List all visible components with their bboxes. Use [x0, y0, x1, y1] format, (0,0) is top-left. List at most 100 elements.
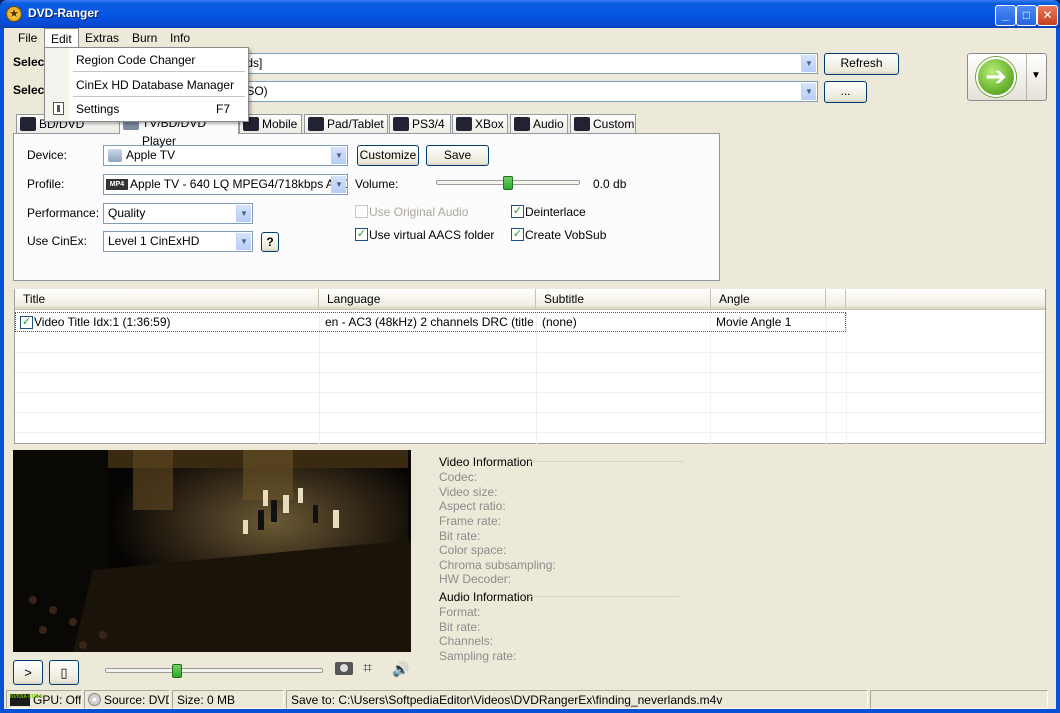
seek-slider-thumb[interactable] — [171, 664, 182, 678]
cinex-value: Level 1 CinExHD — [108, 234, 200, 248]
video-info-header: Video Information — [439, 455, 533, 469]
volume-icon[interactable]: 🔊 — [392, 660, 410, 678]
create-vobsub-checkbox[interactable]: ✓ — [511, 228, 524, 241]
player-icon — [20, 117, 36, 131]
browse-button[interactable]: ... — [824, 81, 867, 103]
save-button[interactable]: Save — [426, 145, 489, 166]
seek-track[interactable] — [105, 668, 323, 673]
target-combo[interactable]: p/ISO) ▼ — [228, 81, 818, 102]
grid-row-line — [15, 412, 1045, 413]
chevron-down-icon[interactable]: ▼ — [801, 55, 816, 72]
cinex-combo[interactable]: Level 1 CinExHD ▼ — [103, 231, 253, 252]
target-label: Selec — [13, 83, 45, 97]
camera-icon[interactable] — [335, 662, 353, 675]
audio-info-header: Audio Information — [439, 590, 534, 604]
grid-row-line — [15, 392, 1045, 393]
window-title: DVD-Ranger — [28, 6, 99, 20]
title-bar[interactable] — [0, 0, 1060, 28]
arrow-right-icon: ➔ — [976, 57, 1016, 97]
source-combo[interactable]: ands] ▼ — [228, 53, 818, 74]
settings-icon — [53, 102, 64, 115]
status-source: Source: DVD — [84, 690, 170, 709]
customize-button[interactable]: Customize — [357, 145, 419, 166]
performance-combo[interactable]: Quality ▼ — [103, 203, 253, 224]
menu-item-region-code-changer[interactable]: Region Code Changer — [76, 53, 195, 67]
tab-xbox[interactable]: XBox — [452, 114, 508, 133]
row-title: Video Title Idx:1 (1:36:59) — [34, 315, 171, 329]
video-info-chroma: Chroma subsampling: — [439, 558, 556, 572]
chevron-down-icon[interactable]: ▼ — [331, 176, 346, 193]
menu-shortcut-f7: F7 — [216, 102, 231, 116]
tab-label: Mobile — [262, 117, 298, 131]
chevron-down-icon[interactable]: ▼ — [236, 233, 251, 250]
video-info-codec: Codec: — [439, 470, 478, 484]
custom-icon — [574, 117, 590, 131]
status-save-to: Save to: C:\Users\SoftpediaEditor\Videos… — [286, 690, 868, 709]
maximize-button[interactable]: □ — [1016, 5, 1037, 26]
profile-combo[interactable]: MP4 Apple TV - 640 LQ MPEG4/718kbps AAC/… — [103, 174, 348, 195]
device-combo[interactable]: Apple TV ▼ — [103, 145, 348, 166]
menu-burn[interactable]: Burn — [126, 28, 163, 48]
audio-info-bitrate: Bit rate: — [439, 620, 481, 634]
tab-custom[interactable]: Custom — [570, 114, 636, 133]
cinex-help-button[interactable]: ? — [261, 232, 279, 252]
use-original-audio-checkbox[interactable] — [355, 205, 368, 218]
video-preview — [13, 450, 411, 652]
audio-info-channels: Channels: — [439, 634, 494, 648]
audio-icon — [514, 117, 530, 131]
grid-header-subtitle[interactable]: Subtitle — [536, 289, 711, 310]
xbox-icon — [456, 117, 472, 131]
tab-label: Pad/Tablet — [327, 117, 384, 131]
go-button[interactable]: ➔ ▼ — [967, 53, 1047, 101]
chevron-down-icon[interactable]: ▼ — [331, 147, 346, 164]
grid-row-line — [15, 372, 1045, 373]
grid-col-divider — [846, 311, 847, 444]
settings-icon-bar — [57, 105, 60, 112]
row-angle: Movie Angle 1 — [716, 315, 792, 329]
edit-dropdown-menu: Region Code Changer CinEx HD Database Ma… — [44, 47, 249, 122]
menu-edit[interactable]: Edit — [44, 28, 79, 48]
grid-header-title[interactable]: Title — [15, 289, 319, 310]
deinterlace-checkbox[interactable]: ✓ — [511, 205, 524, 218]
menu-extras[interactable]: Extras — [79, 28, 125, 48]
grid-header-fill — [846, 289, 1045, 310]
menu-separator — [73, 71, 245, 72]
use-original-audio-label: Use Original Audio — [369, 205, 469, 219]
chevron-down-icon[interactable]: ▼ — [801, 83, 816, 100]
tab-audio[interactable]: Audio — [510, 114, 568, 133]
profile-value: Apple TV - 640 LQ MPEG4/718kbps AAC/6 — [130, 177, 348, 191]
menu-item-settings[interactable]: Settings — [76, 102, 119, 116]
video-info-aspect: Aspect ratio: — [439, 499, 506, 513]
virtual-aacs-checkbox[interactable]: ✓ — [355, 228, 368, 241]
menu-item-cinex-db-manager[interactable]: CinEx HD Database Manager — [76, 78, 234, 92]
video-info-size: Video size: — [439, 485, 498, 499]
status-spare — [870, 690, 1048, 709]
refresh-button[interactable]: Refresh — [824, 53, 899, 75]
tab-ps3-4[interactable]: PS3/4 — [389, 114, 451, 133]
playstation-icon — [393, 117, 409, 131]
nvidia-cuda-badge-icon: NVIDIA CUDA — [10, 694, 43, 706]
minimize-button[interactable]: _ — [995, 5, 1016, 26]
grid-header-angle[interactable]: Angle — [711, 289, 826, 310]
video-info-bitrate: Bit rate: — [439, 529, 481, 543]
tab-pad-tablet[interactable]: Pad/Tablet — [304, 114, 388, 133]
close-button[interactable]: ✕ — [1037, 5, 1058, 26]
video-frame-image — [13, 450, 411, 652]
go-split-divider — [1026, 54, 1027, 100]
video-info-hwdecoder: HW Decoder: — [439, 572, 512, 586]
grid-header-language[interactable]: Language — [319, 289, 536, 310]
tab-label: XBox — [475, 117, 504, 131]
stop-button[interactable]: ▯ — [49, 660, 79, 685]
menu-separator — [73, 96, 245, 97]
volume-value: 0.0 db — [593, 177, 627, 191]
device-label: Device: — [27, 148, 68, 162]
menu-info[interactable]: Info — [164, 28, 196, 48]
chevron-down-icon[interactable]: ▼ — [1031, 70, 1041, 81]
play-button[interactable]: > — [13, 660, 43, 685]
video-info-framerate: Frame rate: — [439, 514, 502, 528]
crop-icon[interactable]: ⌗ — [363, 660, 381, 678]
volume-slider-thumb[interactable] — [503, 176, 513, 190]
menu-file[interactable]: File — [12, 28, 43, 48]
row-language: en - AC3 (48kHz) 2 channels DRC (title .… — [325, 315, 534, 329]
chevron-down-icon[interactable]: ▼ — [236, 205, 251, 222]
